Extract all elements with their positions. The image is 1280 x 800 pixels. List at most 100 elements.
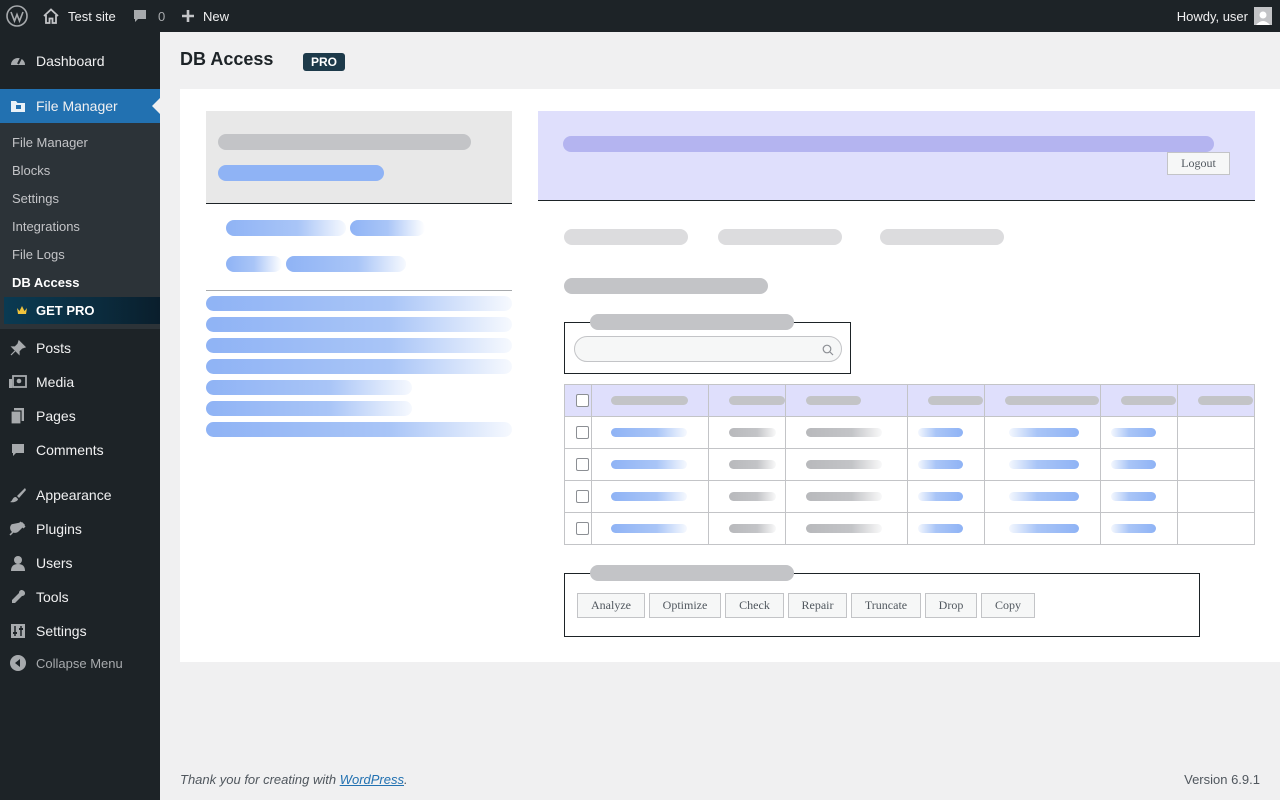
dashboard-icon — [0, 52, 36, 70]
table-list-item[interactable] — [206, 380, 412, 395]
row-divider — [565, 512, 1254, 513]
column-divider — [785, 385, 786, 544]
loading-placeholder — [286, 256, 406, 272]
crown-icon — [16, 303, 28, 318]
table-cell — [611, 460, 687, 469]
submenu-settings[interactable]: Settings — [12, 191, 59, 206]
table-cell — [611, 492, 687, 501]
column-divider — [1100, 385, 1101, 544]
table-list-item[interactable] — [206, 317, 512, 332]
column-header[interactable] — [928, 396, 983, 405]
tab-placeholder[interactable] — [718, 229, 842, 245]
menu-tools[interactable]: Tools — [0, 580, 160, 614]
get-pro-button[interactable]: GET PRO — [4, 297, 160, 324]
tab-placeholder[interactable] — [564, 229, 688, 245]
menu-appearance[interactable]: Appearance — [0, 478, 160, 512]
menu-pages[interactable]: Pages — [0, 399, 160, 433]
analyze-button[interactable]: Analyze — [577, 593, 645, 618]
menu-media[interactable]: Media — [0, 365, 160, 399]
optimize-button[interactable]: Optimize — [649, 593, 721, 618]
menu-dashboard[interactable]: Dashboard — [0, 44, 160, 78]
submenu-file-manager[interactable]: File Manager — [12, 135, 88, 150]
column-divider — [1177, 385, 1178, 544]
column-header[interactable] — [1005, 396, 1099, 405]
row-checkbox[interactable] — [576, 490, 589, 503]
repair-button[interactable]: Repair — [788, 593, 847, 618]
divider — [206, 290, 512, 291]
column-header[interactable] — [1198, 396, 1253, 405]
footer-thanks: Thank you for creating with WordPress. — [180, 772, 408, 787]
menu-posts[interactable]: Posts — [0, 331, 160, 365]
account-menu[interactable]: Howdy, user — [1177, 0, 1272, 32]
collapse-menu-button[interactable]: Collapse Menu — [0, 646, 160, 680]
menu-users[interactable]: Users — [0, 546, 160, 580]
submenu-db-access[interactable]: DB Access — [12, 275, 79, 290]
table-cell — [729, 428, 776, 437]
fieldset-legend-placeholder — [590, 565, 794, 581]
plus-icon — [182, 10, 194, 22]
menu-label: Tools — [36, 589, 69, 605]
column-divider — [591, 385, 592, 544]
get-pro-label: GET PRO — [36, 303, 95, 318]
check-button[interactable]: Check — [725, 593, 784, 618]
menu-label: Plugins — [36, 521, 82, 537]
row-divider — [565, 448, 1254, 449]
menu-file-manager[interactable]: File Manager — [0, 89, 160, 123]
table-list-item[interactable] — [206, 359, 512, 374]
submenu-blocks[interactable]: Blocks — [12, 163, 50, 178]
drop-button[interactable]: Drop — [925, 593, 977, 618]
table-cell — [918, 492, 963, 501]
comments-link[interactable]: 0 — [132, 0, 165, 32]
site-name: Test site — [68, 8, 116, 24]
table-cell — [611, 428, 687, 437]
section-heading-placeholder — [564, 278, 768, 294]
column-header[interactable] — [729, 396, 785, 405]
table-list-item[interactable] — [206, 338, 512, 353]
column-header[interactable] — [1121, 396, 1176, 405]
select-all-checkbox[interactable] — [576, 394, 589, 407]
row-checkbox[interactable] — [576, 426, 589, 439]
wordpress-logo-icon[interactable] — [6, 0, 28, 32]
tab-placeholder[interactable] — [880, 229, 1004, 245]
pushpin-icon — [0, 339, 36, 357]
table-cell — [806, 428, 882, 437]
settings-sliders-icon — [0, 623, 36, 639]
menu-plugins[interactable]: Plugins — [0, 512, 160, 546]
footer-version: Version 6.9.1 — [1184, 772, 1260, 787]
search-input[interactable] — [574, 336, 842, 362]
menu-label: Pages — [36, 408, 76, 424]
table-list-item[interactable] — [206, 401, 412, 416]
submenu-integrations[interactable]: Integrations — [12, 219, 80, 234]
fieldset-legend-placeholder — [590, 314, 794, 330]
menu-label: Dashboard — [36, 53, 105, 69]
menu-comments[interactable]: Comments — [0, 433, 160, 467]
table-cell — [611, 524, 687, 533]
menu-settings[interactable]: Settings — [0, 614, 160, 648]
logout-button[interactable]: Logout — [1167, 152, 1230, 175]
table-list-item[interactable] — [206, 422, 512, 437]
row-checkbox[interactable] — [576, 522, 589, 535]
column-header[interactable] — [611, 396, 688, 405]
menu-label: Users — [36, 555, 73, 571]
user-icon — [0, 555, 36, 572]
table-cell — [918, 428, 963, 437]
folder-icon — [0, 99, 36, 113]
search-icon[interactable] — [822, 343, 834, 361]
submenu-file-logs[interactable]: File Logs — [12, 247, 65, 262]
new-content-link[interactable]: New — [181, 0, 229, 32]
menu-label: Posts — [36, 340, 72, 356]
copy-button[interactable]: Copy — [981, 593, 1035, 618]
truncate-button[interactable]: Truncate — [851, 593, 921, 618]
table-cell — [918, 460, 963, 469]
loading-placeholder — [218, 165, 384, 181]
menu-label: Comments — [36, 442, 104, 458]
table-list-item[interactable] — [206, 296, 512, 311]
admin-sidebar: Dashboard File Manager File Manager Bloc… — [0, 32, 160, 800]
row-checkbox[interactable] — [576, 458, 589, 471]
site-name-link[interactable]: Test site — [42, 0, 116, 32]
loading-placeholder — [226, 220, 346, 236]
column-header[interactable] — [806, 396, 861, 405]
wordpress-link[interactable]: WordPress — [340, 772, 404, 787]
table-cell — [806, 460, 882, 469]
pro-badge: PRO — [303, 53, 346, 71]
